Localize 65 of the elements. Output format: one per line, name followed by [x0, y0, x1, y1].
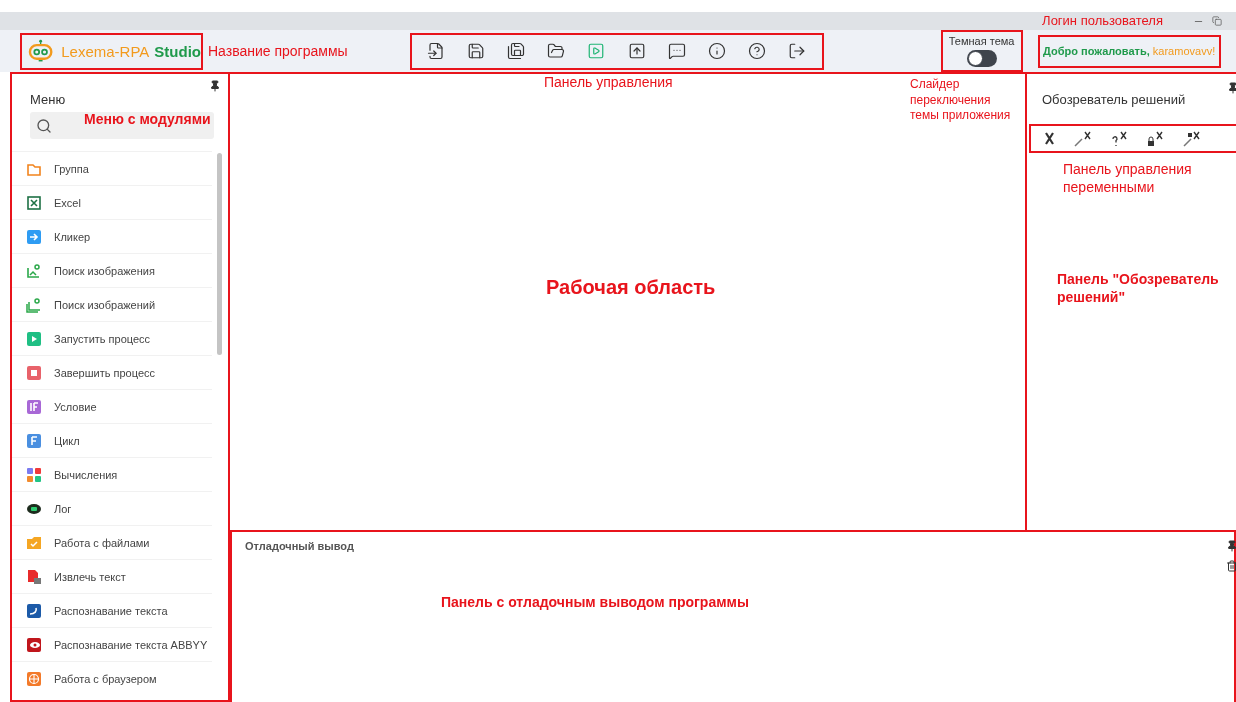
welcome-text: Добро пожаловать, karamovavv!	[1043, 45, 1216, 57]
theme-toggle[interactable]	[966, 50, 997, 67]
logo-text: Lexema-RPA	[61, 42, 150, 60]
play-icon	[26, 330, 42, 347]
menu-item[interactable]: Работа с браузером	[12, 661, 212, 695]
menu-item[interactable]: Лог	[12, 491, 212, 525]
menu-item[interactable]: Распознавание текста	[12, 593, 212, 627]
annotation-text: Панель управления	[544, 73, 673, 92]
calculator-icon	[26, 466, 42, 483]
theme-label: Темная тема	[948, 35, 1015, 47]
image-search-icon	[26, 262, 42, 279]
annotation-text: Панель "Обозреватель решений"	[1057, 270, 1220, 307]
menu-item[interactable]: Поиск изображения	[12, 253, 212, 287]
menu-item[interactable]: Цикл	[12, 423, 212, 457]
text-extract-icon	[26, 568, 42, 585]
annotation-text: Название программы	[208, 41, 348, 61]
pin-icon[interactable]	[1227, 82, 1236, 94]
menu-item[interactable]: Работа с файлами	[12, 525, 212, 559]
variable-button[interactable]	[1045, 132, 1054, 145]
menu-item[interactable]: Поиск изображений	[12, 287, 212, 321]
variable-wand-icon	[1074, 130, 1091, 147]
panel-title: Обозреватель решений	[1042, 92, 1187, 107]
stop-icon	[26, 364, 42, 381]
condition-icon	[26, 398, 42, 415]
spreadsheet-icon	[26, 194, 42, 211]
annotation-text: Слайдер переключения темы приложения	[910, 77, 1012, 124]
variable-button[interactable]	[1183, 130, 1200, 147]
info-button[interactable]	[706, 40, 728, 62]
variable-question-icon	[1111, 130, 1127, 147]
text-recognition-icon	[26, 602, 42, 619]
variable-button[interactable]	[1074, 130, 1091, 147]
robot-logo-icon	[28, 39, 54, 63]
menu-item[interactable]: Завершить процесс	[12, 355, 212, 389]
file-check-icon	[26, 534, 42, 551]
search-icon	[36, 117, 52, 134]
menu-title: Меню	[30, 92, 67, 107]
menu-item[interactable]: Вычисления	[12, 457, 212, 491]
annotation-text: Рабочая область	[546, 275, 716, 300]
loop-icon	[26, 432, 42, 449]
globe-icon	[26, 670, 42, 687]
menu-item[interactable]: Распознавание текста ABBYY	[12, 627, 212, 661]
variable-icon	[1045, 132, 1054, 145]
menu-item[interactable]: Извлечь текст	[12, 559, 212, 593]
menu-item[interactable]: Группа	[12, 151, 212, 185]
pin-icon[interactable]	[209, 80, 221, 92]
annotation-text: Логин пользователя	[1042, 12, 1163, 30]
variable-button[interactable]	[1147, 130, 1163, 147]
variable-button[interactable]	[1111, 130, 1127, 147]
panel-title: Отладочный вывод	[245, 540, 354, 552]
scrollbar[interactable]	[217, 153, 222, 355]
menu-item[interactable]: Запустить процесс	[12, 321, 212, 355]
pin-icon[interactable]	[1226, 540, 1236, 552]
variable-wand-lock-icon	[1183, 130, 1200, 147]
trash-icon[interactable]	[1226, 560, 1236, 572]
menu-item[interactable]: Excel	[12, 185, 212, 219]
eye-icon	[26, 636, 42, 653]
restore-icon[interactable]	[1212, 16, 1222, 26]
menu-item[interactable]: Условие	[12, 389, 212, 423]
logo-text: Studio	[154, 42, 201, 60]
variable-lock-icon	[1147, 130, 1163, 147]
annotation-text: Панель с отладочным выводом программы	[441, 593, 749, 612]
images-search-icon	[26, 296, 42, 313]
annotation-text: Меню с модулями	[84, 110, 211, 129]
annotation-text: Панель управления переменными	[1063, 160, 1193, 197]
menu-item[interactable]: Кликер	[12, 219, 212, 253]
